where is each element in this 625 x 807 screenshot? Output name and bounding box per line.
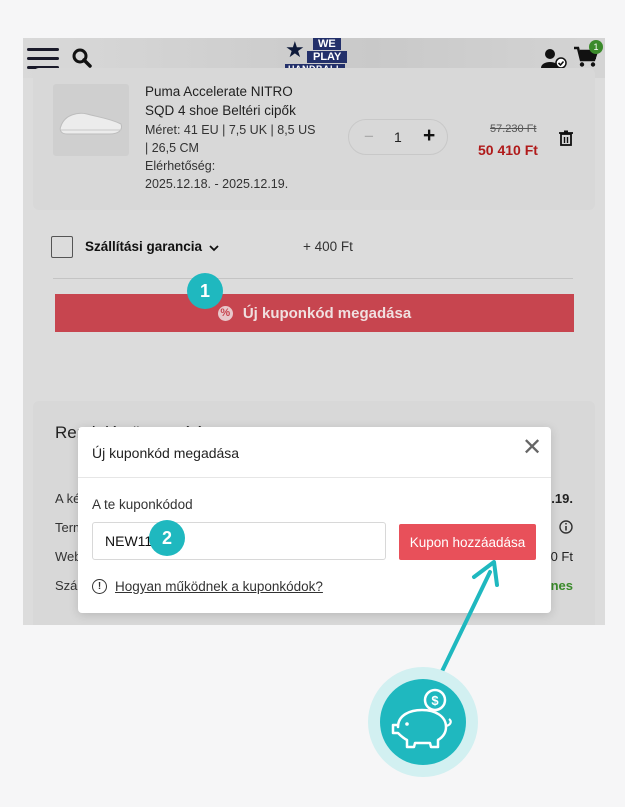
pointer-arrow: [431, 560, 499, 692]
piggy-bank-icon: $: [391, 688, 452, 749]
piggy-bank-badge: $: [368, 667, 478, 777]
svg-text:$: $: [431, 693, 439, 708]
